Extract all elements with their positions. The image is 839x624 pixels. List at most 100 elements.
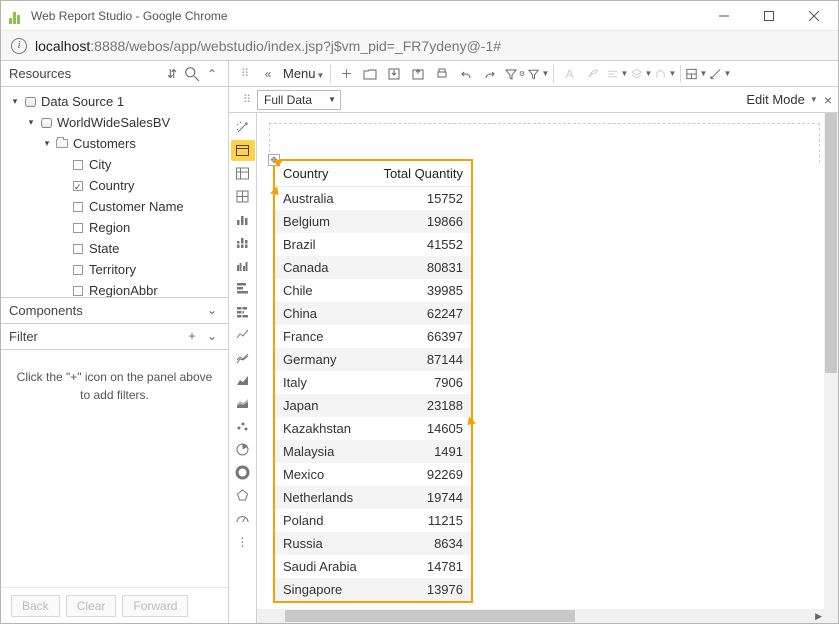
more-icon[interactable]: ⋮ [231,531,255,552]
main-area: ⠿ « Menu▼ ＋ ⚙ ▼ A ▼ ▼ ▼ ▼ ▼ ⠿ Full Data [229,61,838,623]
text-icon: A [558,63,580,85]
gauge-icon[interactable] [231,508,255,529]
sub-toolbar: ⠿ Full Data Edit Mode▼ × [229,87,838,113]
close-panel-icon[interactable]: × [824,92,832,108]
table-row[interactable]: Mexico92269 [275,463,471,486]
add-filter-icon[interactable]: + [184,328,200,344]
report-canvas[interactable]: ✥ Country Total Quantity Australia15752B… [257,113,838,623]
data-table[interactable]: ✥ Country Total Quantity Australia15752B… [273,159,473,603]
save-icon[interactable] [383,63,405,85]
tree-column[interactable]: City [5,154,228,175]
tree-root[interactable]: ▾Data Source 1 [5,91,228,112]
table-row[interactable]: Poland11215 [275,509,471,532]
wand-icon[interactable] [231,117,255,138]
table-row[interactable]: Italy7906 [275,371,471,394]
table-row[interactable]: Malaysia1491 [275,440,471,463]
clear-button[interactable]: Clear [66,595,117,617]
filter-header[interactable]: Filter + ⌄ [1,324,228,350]
left-sidebar: Resources ⇵ ⌃ ▾Data Source 1 ▾WorldWideS… [1,61,229,623]
hstacked-icon[interactable] [231,301,255,322]
donut-icon[interactable] [231,462,255,483]
url-display[interactable]: localhost:8888/webos/app/webstudio/index… [35,38,501,54]
tree-datasource[interactable]: ▾WorldWideSalesBV [5,112,228,133]
table-row[interactable]: Canada80831 [275,256,471,279]
hbar-icon[interactable] [231,278,255,299]
scatter-icon[interactable] [231,416,255,437]
table-row[interactable]: Brazil41552 [275,233,471,256]
tree-column[interactable]: Country [5,175,228,196]
expand-icon[interactable]: ⌄ [204,302,220,318]
tree-column[interactable]: Territory [5,259,228,280]
close-button[interactable] [791,1,836,30]
tree-folder-customers[interactable]: ▾Customers [5,133,228,154]
collapse-left-icon[interactable]: « [257,63,279,85]
table-row[interactable]: Saudi Arabia14781 [275,555,471,578]
add-icon[interactable]: ＋ [335,63,357,85]
undo-icon[interactable] [455,63,477,85]
layout-icon[interactable]: ▼ [685,63,707,85]
filter-settings-icon[interactable]: ⚙ [503,63,525,85]
table-icon[interactable] [231,140,255,161]
redo-icon[interactable] [479,63,501,85]
tree-column[interactable]: RegionAbbr [5,280,228,298]
tree-column[interactable]: Region [5,217,228,238]
area-chart-icon[interactable] [231,370,255,391]
ruler-icon[interactable]: ▼ [709,63,731,85]
menu-button[interactable]: Menu▼ [281,66,326,81]
table-row[interactable]: Belgium19866 [275,210,471,233]
table-row[interactable]: Germany87144 [275,348,471,371]
main-toolbar: ⠿ « Menu▼ ＋ ⚙ ▼ A ▼ ▼ ▼ ▼ ▼ [229,61,838,87]
horizontal-scrollbar[interactable]: ▶ [257,609,824,623]
maximize-button[interactable] [746,1,791,30]
paint-icon [582,63,604,85]
collapse-icon[interactable]: ⌃ [204,66,220,82]
table-row[interactable]: Russia8634 [275,532,471,555]
table-row[interactable]: France66397 [275,325,471,348]
stacked-bar-icon[interactable] [231,232,255,253]
search-icon[interactable] [184,66,200,82]
tree-column[interactable]: State [5,238,228,259]
table-row[interactable]: China62247 [275,302,471,325]
export-icon[interactable] [407,63,429,85]
table-row[interactable]: Chile39985 [275,279,471,302]
open-icon[interactable] [359,63,381,85]
chart-type-strip: ⋮ [229,113,257,623]
pie-icon[interactable] [231,439,255,460]
grip-icon[interactable]: ⠿ [233,63,255,85]
crosstab-icon[interactable] [231,163,255,184]
data-mode-select[interactable]: Full Data [257,90,341,110]
forward-button[interactable]: Forward [122,595,188,617]
components-header[interactable]: Components ⌄ [1,298,228,324]
table-row[interactable]: Netherlands19744 [275,486,471,509]
bar-chart-icon[interactable] [231,209,255,230]
vertical-scrollbar[interactable] [824,113,838,609]
grip-icon[interactable]: ⠿ [235,89,257,111]
sort-icon[interactable]: ⇵ [164,66,180,82]
site-info-icon[interactable]: i [11,38,27,54]
grouped-bar-icon[interactable] [231,255,255,276]
edit-mode-toggle[interactable]: Edit Mode▼ [746,92,817,107]
column-header[interactable]: Total Quantity [370,161,471,187]
expand-icon[interactable]: ⌄ [204,328,220,344]
radar-icon[interactable] [231,485,255,506]
app-icon [9,8,25,24]
resources-header[interactable]: Resources ⇵ ⌃ [1,61,228,87]
stacked-area-icon[interactable] [231,393,255,414]
table-row[interactable]: Japan23188 [275,394,471,417]
minimize-button[interactable] [701,1,746,30]
window-title: Web Report Studio - Google Chrome [31,9,701,23]
print-icon[interactable] [431,63,453,85]
multi-line-icon[interactable] [231,347,255,368]
back-button[interactable]: Back [11,595,60,617]
table-row[interactable]: Kazakhstan14605 [275,417,471,440]
tree-column[interactable]: Customer Name [5,196,228,217]
column-header[interactable]: Country [275,161,370,187]
table-row[interactable]: Singapore13976 [275,578,471,601]
grid-icon[interactable] [231,186,255,207]
table-row[interactable]: Australia15752 [275,187,471,210]
titlebar: Web Report Studio - Google Chrome [1,1,838,31]
resources-tree: ▾Data Source 1 ▾WorldWideSalesBV ▾Custom… [1,87,228,298]
filter-icon[interactable]: ▼ [527,63,549,85]
nav-buttons: Back Clear Forward [1,587,228,623]
line-chart-icon[interactable] [231,324,255,345]
